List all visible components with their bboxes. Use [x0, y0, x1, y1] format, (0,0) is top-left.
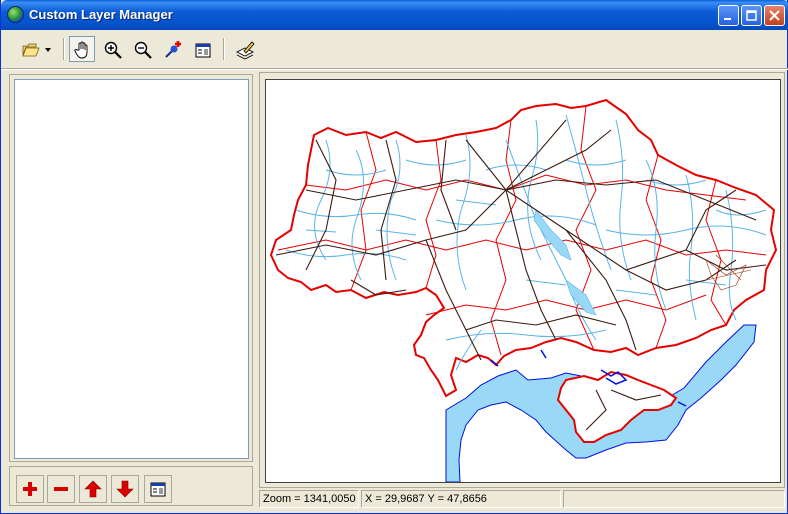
properties-icon: [195, 43, 211, 58]
move-layer-up-button[interactable]: [79, 475, 107, 503]
status-bar: Zoom = 1341,0050 X = 29,9687 Y = 47,8656: [259, 490, 787, 510]
toolbar-separator: [63, 38, 65, 60]
edit-button[interactable]: [231, 36, 257, 62]
open-file-button[interactable]: [17, 36, 57, 62]
zoom-in-button[interactable]: [99, 36, 125, 62]
toolbar-divider: [1, 68, 788, 70]
zoom-out-icon: [134, 41, 152, 59]
toolbar: [5, 32, 785, 66]
close-button[interactable]: [764, 5, 785, 26]
move-layer-down-button[interactable]: [111, 475, 139, 503]
layer-properties-button[interactable]: [144, 475, 172, 503]
country-outline: [269, 98, 778, 398]
map-view[interactable]: [265, 79, 781, 483]
zoom-status: Zoom = 1341,0050: [259, 490, 359, 508]
globe-icon: [7, 6, 24, 23]
window-title: Custom Layer Manager: [29, 7, 173, 22]
ukraine-map: [269, 98, 778, 482]
app-window: Custom Layer Manager Zoom = 1341,0050 X …: [0, 0, 788, 514]
plus-icon: [23, 482, 37, 496]
pan-tool-button[interactable]: [69, 36, 95, 62]
minimize-button[interactable]: [718, 5, 739, 26]
add-layer-button[interactable]: [16, 475, 44, 503]
title-bar[interactable]: Custom Layer Manager: [1, 0, 788, 30]
chevron-down-icon: [45, 48, 51, 52]
minus-icon: [54, 487, 68, 491]
status-extra: [563, 490, 785, 508]
folder-open-icon: [22, 43, 40, 57]
layer-list[interactable]: [14, 79, 249, 459]
toolbar-separator: [223, 38, 225, 60]
pushpin-add-icon: [165, 41, 181, 58]
maximize-button[interactable]: [741, 5, 762, 26]
properties-button[interactable]: [189, 36, 215, 62]
add-point-button[interactable]: [159, 36, 185, 62]
zoom-in-icon: [104, 41, 122, 59]
properties-icon: [150, 482, 166, 497]
zoom-out-button[interactable]: [129, 36, 155, 62]
remove-layer-button[interactable]: [47, 475, 75, 503]
coordinates-status: X = 29,9687 Y = 47,8656: [361, 490, 561, 508]
arrow-down-icon: [116, 480, 134, 498]
pencil-edit-icon: [235, 41, 255, 60]
hand-icon: [74, 41, 88, 59]
arrow-up-icon: [84, 480, 102, 498]
